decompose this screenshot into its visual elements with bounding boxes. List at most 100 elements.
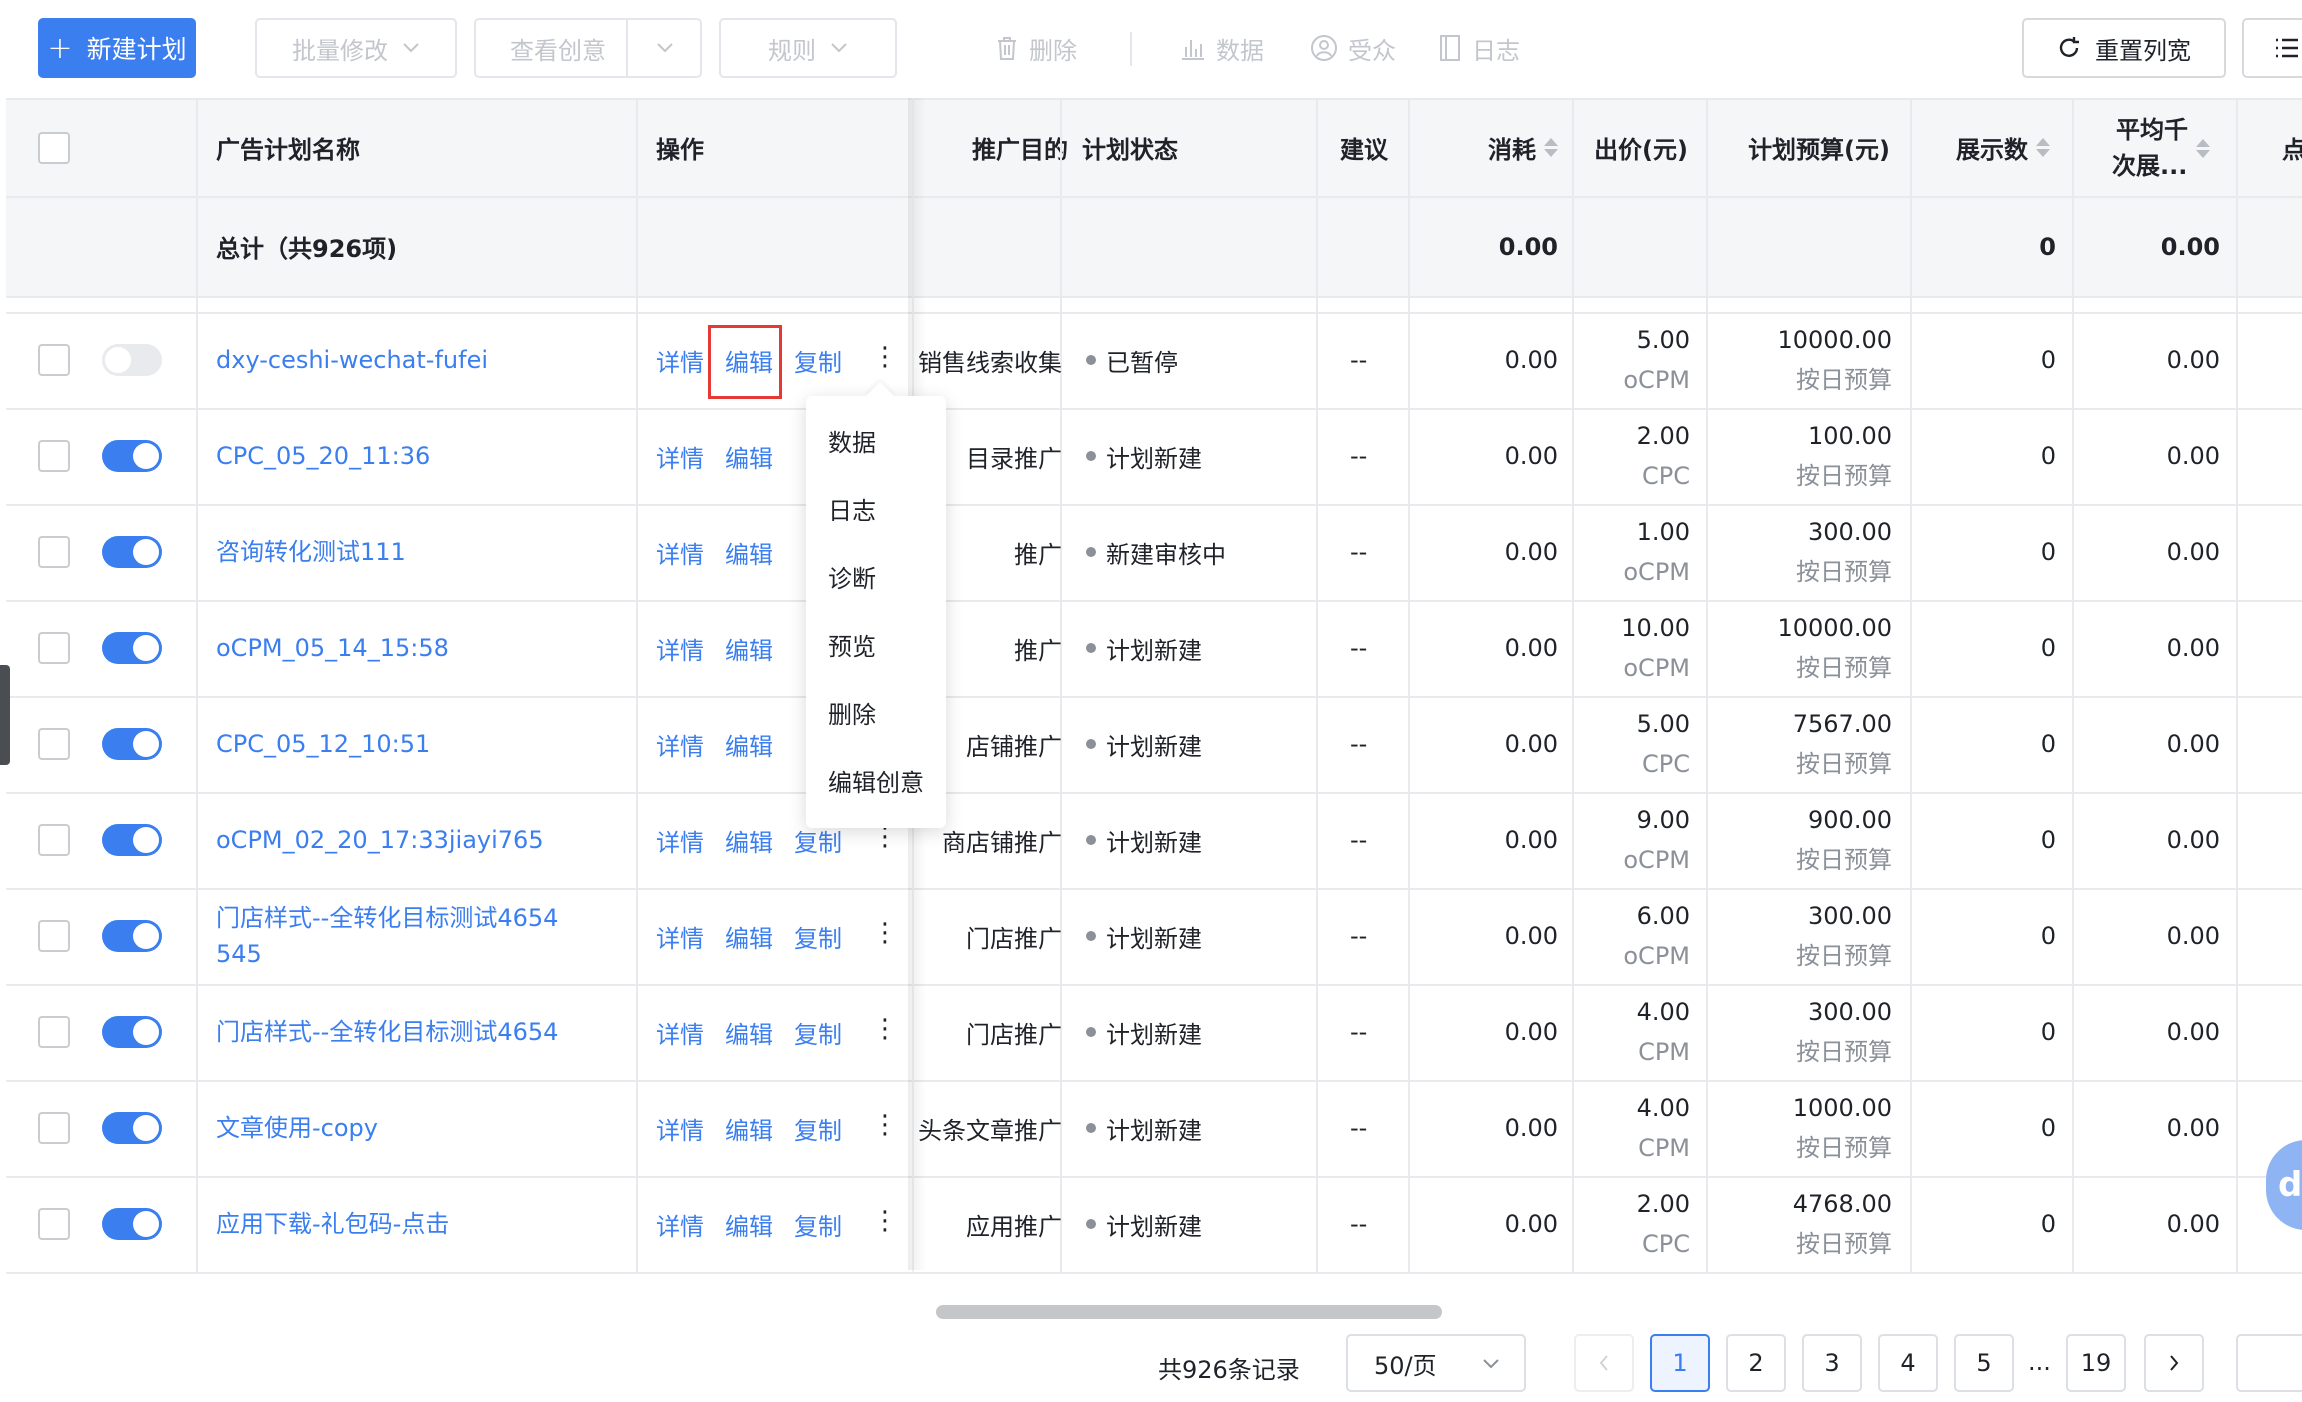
sort-icon[interactable] xyxy=(2196,138,2210,158)
more-actions-icon[interactable]: ⋮ xyxy=(872,1110,898,1140)
page-size-select[interactable]: 50/页 xyxy=(1346,1334,1526,1392)
edit-link[interactable]: 编辑 xyxy=(725,888,773,984)
delete-tool[interactable]: 删除 xyxy=(995,28,1077,68)
next-page-button[interactable] xyxy=(2144,1334,2204,1392)
audience-tool[interactable]: 受众 xyxy=(1310,28,1396,68)
sort-icon[interactable] xyxy=(1544,138,1558,157)
prev-page-button[interactable] xyxy=(1574,1334,1634,1392)
total-records: 共926条记录 xyxy=(1158,1356,1300,1384)
plan-name-link[interactable]: 应用下载-礼包码-点击 xyxy=(216,1176,626,1272)
more-actions-icon[interactable]: ⋮ xyxy=(872,1014,898,1044)
col-header-cpm[interactable]: 平均千 次展... xyxy=(2112,110,2222,186)
data-tool[interactable]: 数据 xyxy=(1180,28,1264,68)
page-3-button[interactable]: 3 xyxy=(1802,1334,1862,1392)
column-settings-button[interactable] xyxy=(2242,18,2302,78)
plan-status-toggle[interactable] xyxy=(102,728,162,760)
copy-link[interactable]: 复制 xyxy=(794,312,842,408)
horizontal-scroll-thumb[interactable] xyxy=(936,1305,1442,1319)
row-checkbox[interactable] xyxy=(38,1112,70,1144)
edit-link[interactable]: 编辑 xyxy=(725,696,773,792)
row-checkbox[interactable] xyxy=(38,1208,70,1240)
plan-name-link[interactable]: dxy-ceshi-wechat-fufei xyxy=(216,312,626,408)
edit-link[interactable]: 编辑 xyxy=(725,504,773,600)
row-checkbox[interactable] xyxy=(38,824,70,856)
edit-link[interactable]: 编辑 xyxy=(725,1080,773,1176)
plan-name-text: oCPM_02_20_17:33jiayi765 xyxy=(216,826,544,854)
page-5-button[interactable]: 5 xyxy=(1954,1334,2014,1392)
reset-width-button[interactable]: 重置列宽 xyxy=(2022,18,2226,78)
plan-status-toggle[interactable] xyxy=(102,920,162,952)
view-creative-button[interactable]: 查看创意 xyxy=(474,18,702,78)
row-checkbox[interactable] xyxy=(38,440,70,472)
row-checkbox[interactable] xyxy=(38,536,70,568)
detail-link[interactable]: 详情 xyxy=(656,888,704,984)
more-actions-icon[interactable]: ⋮ xyxy=(872,1206,898,1236)
menu-item[interactable]: 诊断 xyxy=(806,542,946,610)
plan-status-toggle[interactable] xyxy=(102,344,162,376)
page-4-button[interactable]: 4 xyxy=(1878,1334,1938,1392)
menu-item[interactable]: 数据 xyxy=(806,406,946,474)
detail-link[interactable]: 详情 xyxy=(656,408,704,504)
budget-value: 1000.00 xyxy=(1792,1094,1892,1122)
menu-item[interactable]: 日志 xyxy=(806,474,946,542)
copy-link[interactable]: 复制 xyxy=(794,888,842,984)
status-dot xyxy=(1086,931,1096,941)
detail-link[interactable]: 详情 xyxy=(656,984,704,1080)
plan-name-link[interactable]: oCPM_02_20_17:33jiayi765 xyxy=(216,792,626,888)
row-checkbox[interactable] xyxy=(38,1016,70,1048)
copy-link[interactable]: 复制 xyxy=(794,1176,842,1272)
detail-link[interactable]: 详情 xyxy=(656,504,704,600)
plan-name-link[interactable]: 门店样式--全转化目标测试4654 xyxy=(216,984,626,1080)
plan-name-link[interactable]: 咨询转化测试111 xyxy=(216,504,626,600)
page-jumper[interactable] xyxy=(2236,1334,2302,1392)
copy-link[interactable]: 复制 xyxy=(794,984,842,1080)
plan-status-toggle[interactable] xyxy=(102,1112,162,1144)
plan-status-toggle[interactable] xyxy=(102,536,162,568)
plan-status-toggle[interactable] xyxy=(102,632,162,664)
edit-link[interactable]: 编辑 xyxy=(725,1176,773,1272)
plan-name-link[interactable]: CPC_05_20_11:36 xyxy=(216,408,626,504)
detail-link[interactable]: 详情 xyxy=(656,696,704,792)
more-actions-icon[interactable]: ⋮ xyxy=(872,342,898,372)
row-checkbox[interactable] xyxy=(38,728,70,760)
chevron-down-icon[interactable] xyxy=(656,42,674,54)
col-header-impressions[interactable]: 展示数 xyxy=(1910,98,2050,197)
plan-name-link[interactable]: 门店样式--全转化目标测试4654 545 xyxy=(216,888,626,984)
plan-status-toggle[interactable] xyxy=(102,1208,162,1240)
plan-status-toggle[interactable] xyxy=(102,1016,162,1048)
page-1-button[interactable]: 1 xyxy=(1650,1334,1710,1392)
detail-link[interactable]: 详情 xyxy=(656,600,704,696)
menu-item[interactable]: 删除 xyxy=(806,678,946,746)
edit-link[interactable]: 编辑 xyxy=(725,600,773,696)
detail-link[interactable]: 详情 xyxy=(656,1176,704,1272)
edit-link[interactable]: 编辑 xyxy=(725,408,773,504)
side-drawer-handle[interactable] xyxy=(0,665,10,765)
row-checkbox[interactable] xyxy=(38,344,70,376)
detail-link[interactable]: 详情 xyxy=(656,312,704,408)
plan-name-link[interactable]: CPC_05_12_10:51 xyxy=(216,696,626,792)
plan-name-text: CPC_05_20_11:36 xyxy=(216,442,431,470)
row-checkbox[interactable] xyxy=(38,632,70,664)
menu-item[interactable]: 预览 xyxy=(806,610,946,678)
new-plan-button[interactable]: + 新建计划 xyxy=(38,18,196,78)
detail-link[interactable]: 详情 xyxy=(656,1080,704,1176)
page-2-button[interactable]: 2 xyxy=(1726,1334,1786,1392)
page-last[interactable]: 19 xyxy=(2066,1334,2126,1392)
plan-name-link[interactable]: oCPM_05_14_15:58 xyxy=(216,600,626,696)
plan-status-toggle[interactable] xyxy=(102,440,162,472)
plan-name-link[interactable]: 文章使用-copy xyxy=(216,1080,626,1176)
batch-edit-button[interactable]: 批量修改 xyxy=(255,18,457,78)
plan-status-toggle[interactable] xyxy=(102,824,162,856)
copy-link[interactable]: 复制 xyxy=(794,1080,842,1176)
col-header-cost[interactable]: 消耗 xyxy=(1422,98,1558,197)
menu-item[interactable]: 编辑创意 xyxy=(806,746,946,814)
edit-link[interactable]: 编辑 xyxy=(725,792,773,888)
more-actions-icon[interactable]: ⋮ xyxy=(872,918,898,948)
edit-link[interactable]: 编辑 xyxy=(725,984,773,1080)
log-tool[interactable]: 日志 xyxy=(1438,28,1520,68)
detail-link[interactable]: 详情 xyxy=(656,792,704,888)
sort-icon[interactable] xyxy=(2036,138,2050,157)
select-all-checkbox[interactable] xyxy=(38,132,70,164)
row-checkbox[interactable] xyxy=(38,920,70,952)
rules-button[interactable]: 规则 xyxy=(719,18,897,78)
